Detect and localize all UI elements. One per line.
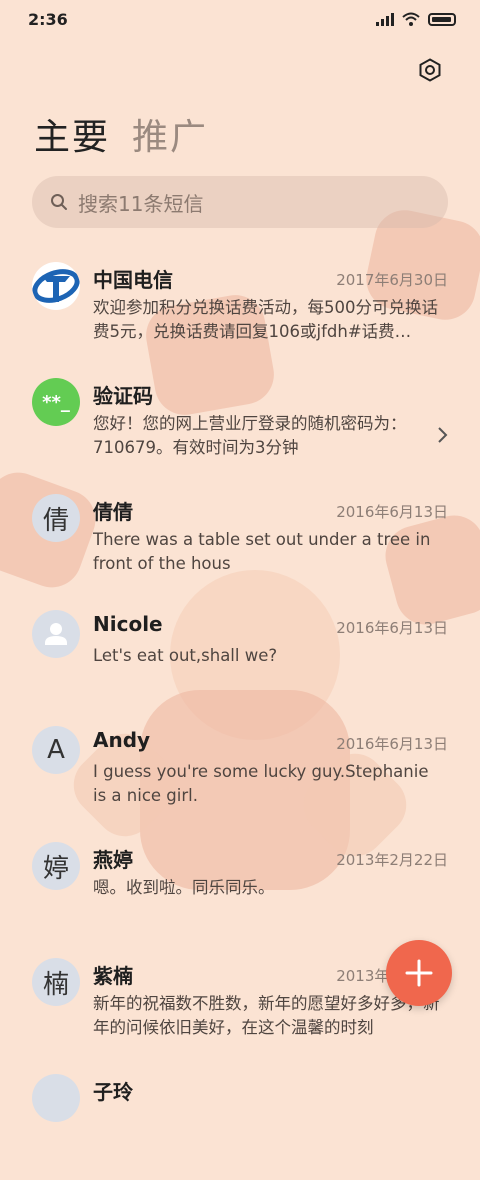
contact-name: 紫楠 <box>93 964 133 988</box>
verification-code-avatar: **_ <box>32 378 80 426</box>
message-preview: 您好！您的网上营业厅登录的随机密码为：710679。有效时间为3分钟 <box>93 414 407 457</box>
contact-name: 倩倩 <box>93 500 133 524</box>
contact-avatar: 倩 <box>32 494 80 542</box>
message-preview: 嗯。收到啦。同乐同乐。 <box>93 878 275 897</box>
contact-name: 验证码 <box>93 384 153 408</box>
battery-icon <box>428 12 456 26</box>
search-bar[interactable]: 搜索11条短信 <box>32 176 448 228</box>
message-preview: There was a table set out under a tree i… <box>93 530 431 573</box>
new-message-button[interactable] <box>386 940 452 1006</box>
conversation-row[interactable]: 中国电信 2017年6月30日 欢迎参加积分兑换话费活动，每500分可兑换话费5… <box>0 252 480 368</box>
message-preview: I guess you're some lucky guy.Stephanie … <box>93 762 429 805</box>
contact-avatar: 婷 <box>32 842 80 890</box>
conversation-row[interactable]: **_ 验证码 您好！您的网上营业厅登录的随机密码为：710679。有效时间为3… <box>0 368 480 484</box>
contact-name: Andy <box>93 728 151 752</box>
china-telecom-logo-avatar <box>32 262 80 310</box>
message-date: 2013年2月22日 <box>336 851 448 869</box>
conversation-row[interactable]: 婷 燕婷 2013年2月22日 嗯。收到啦。同乐同乐。 <box>0 832 480 948</box>
message-preview: 欢迎参加积分兑换话费活动，每500分可兑换话费5元，兑换话费请回复106或jfd… <box>93 298 438 341</box>
message-date: 2017年6月30日 <box>336 271 448 289</box>
message-preview: 新年的祝福数不胜数，新年的愿望好多好多，新年的问候依旧美好，在这个温馨的时刻 <box>93 994 440 1037</box>
chevron-right-icon[interactable] <box>436 426 448 444</box>
conversation-row[interactable]: A Andy 2016年6月13日 I guess you're some lu… <box>0 716 480 832</box>
contact-name: 子玲 <box>93 1080 133 1104</box>
conversation-row[interactable]: 子玲 <box>0 1064 480 1180</box>
contact-avatar: 楠 <box>32 958 80 1006</box>
contact-avatar <box>32 1074 80 1122</box>
gear-icon[interactable] <box>418 58 442 82</box>
contact-name: 中国电信 <box>93 268 173 292</box>
status-time: 2:36 <box>28 10 68 29</box>
search-icon <box>51 194 67 210</box>
status-bar: 2:36 <box>0 0 480 40</box>
contact-avatar: A <box>32 726 80 774</box>
tab-primary[interactable]: 主要 <box>34 108 110 160</box>
message-preview: Let's eat out,shall we? <box>93 646 278 665</box>
conversation-row[interactable]: Nicole 2016年6月13日 Let's eat out,shall we… <box>0 600 480 716</box>
wifi-icon <box>402 12 420 26</box>
signal-icon <box>376 12 394 26</box>
message-date: 2016年6月13日 <box>336 619 448 637</box>
message-date: 2016年6月13日 <box>336 503 448 521</box>
message-date: 2016年6月13日 <box>336 735 448 753</box>
tab-promotions[interactable]: 推广 <box>132 108 208 160</box>
tab-bar: 主要 推广 <box>34 108 208 160</box>
contact-name: Nicole <box>93 612 163 636</box>
conversation-list: 中国电信 2017年6月30日 欢迎参加积分兑换话费活动，每500分可兑换话费5… <box>0 252 480 1180</box>
person-icon <box>32 610 80 658</box>
contact-name: 燕婷 <box>93 848 133 872</box>
plus-icon <box>405 959 433 987</box>
conversation-row[interactable]: 倩 倩倩 2016年6月13日 There was a table set ou… <box>0 484 480 600</box>
search-placeholder: 搜索11条短信 <box>78 191 204 216</box>
